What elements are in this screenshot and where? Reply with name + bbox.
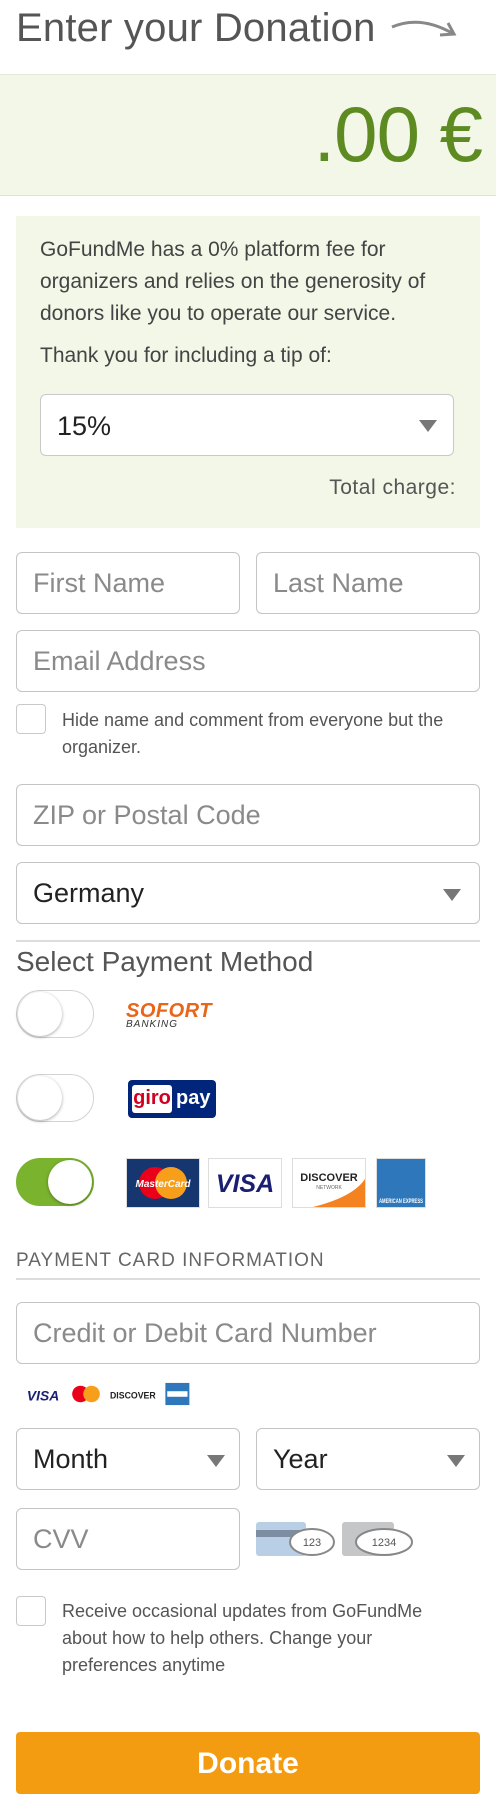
mastercard-icon: MasterCard [135,1167,191,1199]
divider [16,940,480,942]
donation-amount[interactable]: .00 € [314,89,483,180]
first-name-field[interactable]: First Name [16,552,240,614]
divider [16,1278,480,1280]
discover-logo: DISCOVER NETWORK [292,1158,366,1208]
toggle-knob [48,1160,92,1204]
email-placeholder: Email Address [33,646,206,676]
cvv-hint-2: 1234 [372,1537,396,1549]
country-select[interactable]: Germany [16,862,480,924]
chevron-down-icon [443,889,461,901]
card-number-placeholder: Credit or Debit Card Number [33,1318,377,1348]
visa-logo: VISA [208,1158,282,1208]
total-charge-label: Total charge: [329,476,456,499]
accepted-cards-icons: VISA DISCOVER [27,1382,190,1406]
header: Enter your Donation [16,0,486,56]
toggle-knob [18,1076,62,1120]
giropay-logo-pay: pay [176,1087,211,1109]
giropay-toggle[interactable] [16,1074,94,1122]
tip-question: Thank you for including a tip of: [40,344,332,367]
amex-logo-text: AMERICAN EXPRESS [379,1198,423,1205]
hide-name-checkbox[interactable] [16,704,46,734]
month-select-value: Month [33,1444,109,1474]
page-title: Enter your Donation [16,5,376,50]
sofort-logo: SOFORT BANKING [126,1000,212,1030]
updates-checkbox[interactable] [16,1596,46,1626]
sofort-toggle[interactable] [16,990,94,1038]
cvv-field[interactable]: CVV [16,1508,240,1570]
mastercard-logo: MasterCard [126,1158,200,1208]
email-field[interactable]: Email Address [16,630,480,692]
year-select[interactable]: Year [256,1428,480,1490]
discover-logo-text: DISCOVER [300,1172,358,1184]
toggle-knob [18,992,62,1036]
discover-logo-subtext: NETWORK [316,1185,342,1191]
year-select-value: Year [273,1444,328,1474]
chevron-down-icon [419,420,437,432]
first-name-placeholder: First Name [33,568,166,598]
last-name-placeholder: Last Name [273,568,404,598]
chevron-down-icon [207,1455,225,1467]
tip-select-value: 15% [57,411,112,441]
amex-icon: AMERICAN EXPRESS [379,1198,423,1205]
donate-button[interactable]: Donate [16,1732,480,1794]
card-number-field[interactable]: Credit or Debit Card Number [16,1302,480,1364]
giropay-logo-giro: giro [132,1085,172,1113]
chevron-down-icon [447,1455,465,1467]
curved-arrow-icon [390,20,456,37]
giropay-logo: giro pay [128,1080,216,1118]
card-info-title: PAYMENT CARD INFORMATION [16,1250,325,1271]
tip-select[interactable]: 15% [40,394,454,456]
cvv-placeholder: CVV [33,1524,89,1554]
amount-bar[interactable]: .00 € [0,74,496,196]
month-select[interactable]: Month [16,1428,240,1490]
cvv-hint-1: 123 [303,1537,321,1549]
last-name-field[interactable]: Last Name [256,552,480,614]
zip-placeholder: ZIP or Postal Code [33,800,261,830]
card-toggle[interactable] [16,1158,94,1206]
amex-logo: AMERICAN EXPRESS [376,1158,426,1208]
payment-method-title: Select Payment Method [16,946,314,977]
tip-panel: GoFundMe has a 0% platform fee for organ… [16,216,480,528]
cvv-hint-icon: 123 1234 [256,1522,413,1556]
zip-field[interactable]: ZIP or Postal Code [16,784,480,846]
small-visa-text: VISA [27,1387,59,1403]
mastercard-logo-text: MasterCard [135,1179,191,1190]
tip-info-text: GoFundMe has a 0% platform fee for organ… [40,238,426,325]
discover-icon: DISCOVER NETWORK [300,1172,365,1207]
updates-label: Receive occasional updates from GoFundMe… [62,1601,423,1675]
donation-page: Enter your Donation .00 € GoFundMe has a… [0,0,496,1814]
country-select-value: Germany [33,878,145,908]
small-discover-text: DISCOVER [110,1391,156,1401]
visa-icon: VISA [216,1170,274,1198]
visa-logo-text: VISA [216,1170,274,1198]
hide-name-label: Hide name and comment from everyone but … [62,710,444,757]
